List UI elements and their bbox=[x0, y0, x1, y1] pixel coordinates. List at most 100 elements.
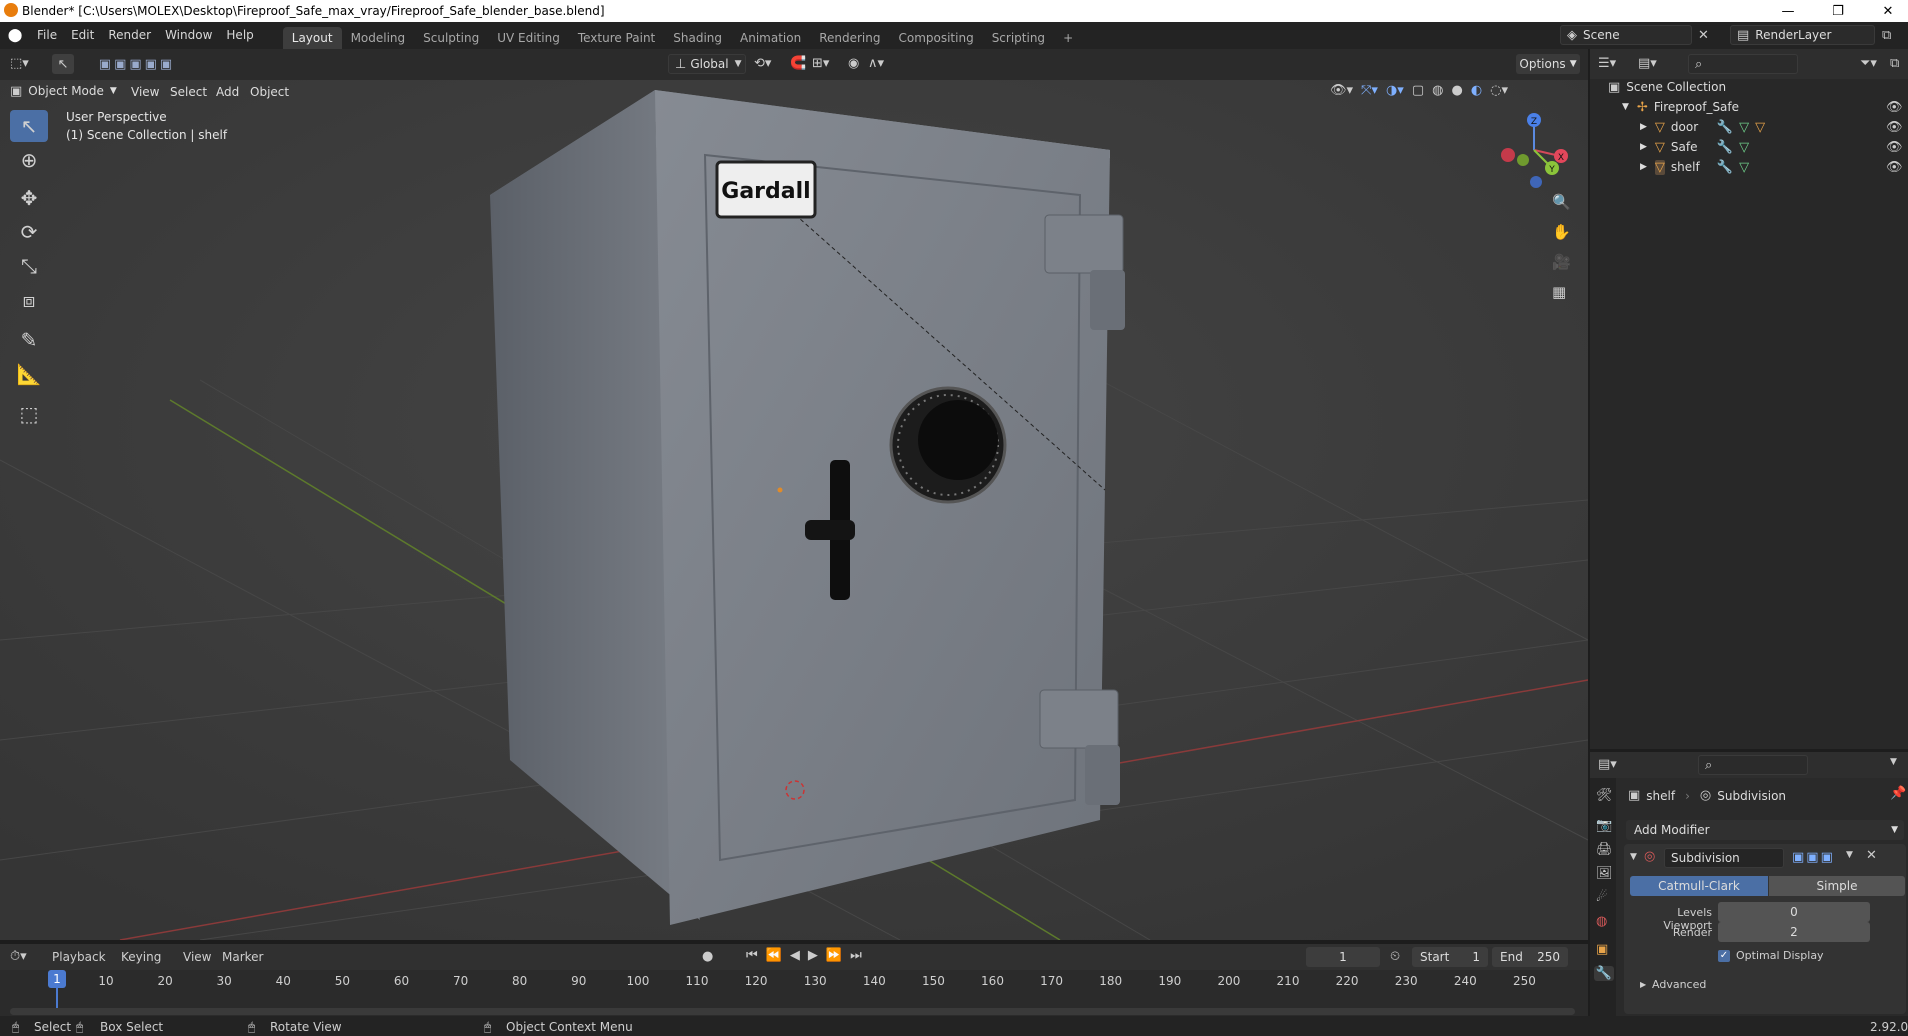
scene-selector[interactable]: ◈ Scene bbox=[1560, 25, 1692, 45]
mesh-data-icon[interactable]: ▽ bbox=[1739, 140, 1749, 155]
modifier-wrench-icon[interactable]: 🔧 bbox=[1717, 140, 1733, 155]
tab-animation[interactable]: Animation bbox=[731, 27, 810, 49]
pivot-icon[interactable]: ⟲▾ bbox=[754, 56, 771, 71]
chevron-down-icon[interactable]: ▼ bbox=[1890, 757, 1897, 767]
outliner-collection-fireproof-safe[interactable]: ▼ ✢ Fireproof_Safe 👁 bbox=[1590, 97, 1908, 117]
rotate-tool[interactable]: ⟳ bbox=[10, 216, 48, 248]
view-layer-tab-icon[interactable]: 🖼 bbox=[1596, 866, 1613, 881]
tool-tab-icon[interactable]: 🛠 bbox=[1596, 788, 1613, 803]
measure-tool[interactable]: 📐 bbox=[10, 358, 48, 390]
simple-option[interactable]: Simple bbox=[1769, 876, 1905, 896]
editor-type-icon[interactable]: ⬚▾ bbox=[10, 56, 29, 71]
3d-viewport[interactable]: Gardall ▣ Object Mode ▼ View Select Add Ob… bbox=[0, 80, 1588, 940]
tab-modeling[interactable]: Modeling bbox=[342, 27, 415, 49]
world-tab-icon[interactable]: ◍ bbox=[1596, 914, 1607, 929]
blender-menu-icon[interactable]: ⬤ bbox=[0, 28, 30, 43]
selection-mode-icons[interactable]: ▣▣▣▣▣ bbox=[92, 54, 182, 74]
tab-uv-editing[interactable]: UV Editing bbox=[488, 27, 569, 49]
timeline-menu-playback[interactable]: Playback bbox=[52, 950, 106, 964]
timeline-scrollbar[interactable] bbox=[10, 1008, 1575, 1015]
move-tool[interactable]: ✥ bbox=[10, 182, 48, 214]
scale-tool[interactable]: ⤡ bbox=[10, 250, 48, 282]
timeline-menu-marker[interactable]: Marker bbox=[222, 950, 263, 964]
levels-viewport-field[interactable]: 0 bbox=[1718, 902, 1870, 922]
tab-shading[interactable]: Shading bbox=[664, 27, 731, 49]
properties-editor-icon[interactable]: ▤▾ bbox=[1598, 757, 1617, 772]
start-frame-field[interactable]: Start 1 bbox=[1412, 947, 1488, 967]
render-layer-selector[interactable]: ▤ RenderLayer bbox=[1730, 25, 1875, 45]
tab-texture-paint[interactable]: Texture Paint bbox=[569, 27, 664, 49]
current-frame-field[interactable]: 1 bbox=[1306, 947, 1380, 967]
modifier-toggle-icons[interactable]: ▣▣▣ bbox=[1792, 850, 1835, 865]
filter-icon[interactable]: ⏷▾ bbox=[1860, 56, 1877, 71]
render-tab-icon[interactable]: 📷 bbox=[1596, 818, 1612, 833]
wireframe-shading-icon[interactable]: ◍ bbox=[1432, 83, 1443, 98]
modifier-wrench-icon[interactable]: 🔧 bbox=[1717, 160, 1733, 175]
snap-target-icon[interactable]: ⊞▾ bbox=[812, 56, 829, 71]
new-layer-icon[interactable]: ⧉ bbox=[1882, 28, 1891, 43]
outliner-editor-icon[interactable]: ☰▾ bbox=[1598, 56, 1616, 71]
clock-icon[interactable]: ⏲ bbox=[1390, 949, 1400, 964]
chevron-down-icon[interactable]: ▼ bbox=[1846, 850, 1853, 860]
cursor-tool[interactable]: ⊕ bbox=[10, 144, 48, 176]
proportional-edit-icon[interactable]: ◉ bbox=[848, 56, 859, 71]
play-reverse-icon[interactable]: ◀ bbox=[790, 948, 800, 963]
next-keyframe-icon[interactable]: ⏩ bbox=[826, 948, 842, 963]
viewport-menu-select[interactable]: Select bbox=[170, 85, 207, 99]
restore-button[interactable]: ❐ bbox=[1818, 0, 1858, 22]
expand-arrow-icon[interactable]: ▶ bbox=[1640, 980, 1646, 989]
navigation-gizmo[interactable]: Z X Y bbox=[1490, 110, 1570, 190]
xray-toggle-icon[interactable]: ▢ bbox=[1412, 83, 1424, 98]
timeline-editor-icon[interactable]: ⏱▾ bbox=[10, 949, 27, 964]
collapse-arrow-icon[interactable]: ▼ bbox=[1630, 852, 1637, 862]
overlay-toggle-icon[interactable]: ◑▾ bbox=[1386, 83, 1404, 98]
menu-help[interactable]: Help bbox=[219, 22, 260, 49]
close-scene-icon[interactable]: ✕ bbox=[1698, 28, 1709, 43]
select-box-tool[interactable]: ↖ bbox=[10, 110, 48, 142]
properties-search-input[interactable]: ⌕ bbox=[1698, 755, 1808, 775]
add-workspace-button[interactable]: + bbox=[1054, 27, 1082, 49]
annotate-tool[interactable]: ✎ bbox=[10, 324, 48, 356]
modifier-name-field[interactable]: Subdivision bbox=[1664, 848, 1784, 868]
timeline-menu-view[interactable]: View bbox=[183, 950, 211, 964]
material-shading-icon[interactable]: ◐ bbox=[1471, 83, 1482, 98]
advanced-section[interactable]: Advanced bbox=[1652, 978, 1706, 991]
solid-shading-icon[interactable]: ● bbox=[1451, 83, 1462, 98]
falloff-icon[interactable]: ∧▾ bbox=[868, 56, 884, 71]
add-cube-tool[interactable]: ⬚ bbox=[10, 398, 48, 430]
zoom-icon[interactable]: 🔍 bbox=[1552, 193, 1571, 211]
scene-tab-icon[interactable]: ☄ bbox=[1596, 890, 1608, 905]
tab-rendering[interactable]: Rendering bbox=[810, 27, 889, 49]
add-modifier-dropdown[interactable]: Add Modifier ▼ bbox=[1626, 820, 1904, 840]
visibility-eye-icon[interactable]: 👁 bbox=[1886, 140, 1903, 155]
playhead[interactable]: 1 bbox=[48, 970, 66, 988]
modifier-tab-icon[interactable]: 🔧 bbox=[1594, 966, 1614, 981]
viewport-menu-view[interactable]: View bbox=[131, 85, 159, 99]
child-object-icon[interactable]: ▽ bbox=[1755, 120, 1765, 135]
object-tab-icon[interactable]: ▣ bbox=[1596, 942, 1608, 957]
catmull-clark-option[interactable]: Catmull-Clark bbox=[1630, 876, 1768, 896]
minimize-button[interactable]: — bbox=[1768, 0, 1808, 22]
optimal-display-checkbox[interactable]: ✓ bbox=[1718, 950, 1730, 962]
gizmo-toggle-icon[interactable]: ⤧▾ bbox=[1361, 83, 1378, 98]
camera-view-icon[interactable]: 🎥 bbox=[1552, 253, 1571, 271]
close-button[interactable]: ✕ bbox=[1868, 0, 1908, 22]
menu-window[interactable]: Window bbox=[158, 22, 219, 49]
mode-selector[interactable]: ▣ Object Mode ▼ bbox=[10, 80, 120, 102]
remove-modifier-icon[interactable]: ✕ bbox=[1866, 848, 1877, 863]
transform-orientation-dropdown[interactable]: ⊥ Global ▼ bbox=[668, 54, 746, 74]
menu-file[interactable]: File bbox=[30, 22, 64, 49]
outliner-item-safe[interactable]: ▶ ▽ Safe 🔧 ▽ 👁 bbox=[1590, 137, 1908, 157]
rendered-shading-icon[interactable]: ◌▾ bbox=[1490, 83, 1508, 98]
outliner-search-input[interactable]: ⌕ bbox=[1688, 54, 1798, 74]
render-levels-field[interactable]: 2 bbox=[1718, 922, 1870, 942]
outliner-item-door[interactable]: ▶ ▽ door 🔧 ▽ ▽ 👁 bbox=[1590, 117, 1908, 137]
visibility-eye-icon[interactable]: 👁 bbox=[1886, 100, 1903, 115]
prev-keyframe-icon[interactable]: ⏪ bbox=[766, 948, 782, 963]
viewport-menu-add[interactable]: Add bbox=[216, 85, 239, 99]
visibility-eye-icon[interactable]: 👁 bbox=[1886, 120, 1903, 135]
display-mode-icon[interactable]: ▤▾ bbox=[1638, 56, 1657, 71]
modifier-wrench-icon[interactable]: 🔧 bbox=[1717, 120, 1733, 135]
new-collection-icon[interactable]: ⧉ bbox=[1890, 56, 1899, 71]
options-button[interactable]: Options ▼ bbox=[1516, 54, 1580, 74]
